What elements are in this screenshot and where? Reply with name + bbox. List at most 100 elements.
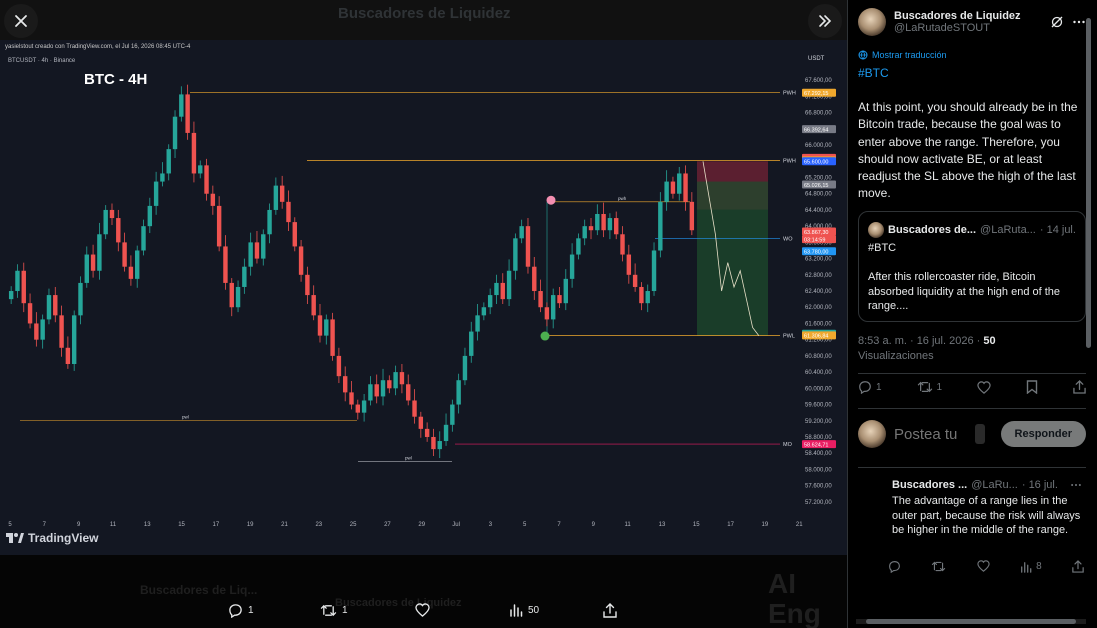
author-name[interactable]: Buscadores de Liquidez xyxy=(894,10,1021,22)
views-label: Visualizaciones xyxy=(858,350,934,362)
avatar[interactable] xyxy=(858,8,886,36)
candle-body xyxy=(78,282,83,316)
candle-body xyxy=(632,274,638,287)
retweet-count: 1 xyxy=(936,381,943,393)
candle-body xyxy=(569,254,575,279)
tradingview-image: yasielstout creado con TradingView.com, … xyxy=(0,40,847,555)
scroll-thumb[interactable] xyxy=(1086,18,1091,348)
candle-body xyxy=(399,372,405,385)
reply-submit-button[interactable]: Responder xyxy=(1000,421,1086,447)
reply-views-count: 8 xyxy=(1036,561,1042,572)
retweet-icon[interactable] xyxy=(931,560,946,573)
candle-body xyxy=(242,266,247,287)
candle-body xyxy=(27,303,33,324)
more-icon[interactable] xyxy=(1072,15,1086,29)
reply-input[interactable] xyxy=(894,425,966,443)
candle-body xyxy=(513,238,518,271)
horizontal-scrollbar[interactable] xyxy=(856,619,1086,624)
x-tick-label: 7 xyxy=(557,522,561,527)
x-tick-label: 23 xyxy=(315,522,322,527)
candle-body xyxy=(626,254,632,275)
reply-icon[interactable] xyxy=(888,560,901,573)
reply-handle[interactable]: @LaRu... xyxy=(971,479,1018,491)
views-count: 50 xyxy=(983,335,996,347)
candle-body xyxy=(97,234,102,271)
candle-body xyxy=(532,266,537,292)
tweet-action-bar: 1 1 xyxy=(858,380,1086,394)
candle-body xyxy=(317,315,323,336)
price-tag-label: 63.867,30 xyxy=(804,230,828,236)
candle-body xyxy=(582,226,587,239)
candle-body xyxy=(588,226,594,231)
reply-more-icon[interactable] xyxy=(1070,480,1082,490)
candle-body xyxy=(670,181,676,194)
y-tick-label: 59.200,00 xyxy=(805,419,832,425)
candle-body xyxy=(135,250,140,279)
candle-body xyxy=(406,384,411,401)
author-handle[interactable]: @LaRutadeSTOUT xyxy=(894,22,1021,34)
candle-body xyxy=(324,319,329,336)
show-translation-link[interactable]: Mostrar traducción xyxy=(858,50,947,60)
candle-body xyxy=(198,165,203,174)
candle-body xyxy=(494,282,499,296)
viewer-views-count: 50 xyxy=(528,604,540,616)
y-tick-label: 58.800,00 xyxy=(805,435,832,441)
x-tick-label: 5 xyxy=(523,522,527,527)
x-tick-label: 27 xyxy=(384,522,391,527)
inner-level-label: pwh xyxy=(618,196,627,201)
hashtag-link[interactable]: #BTC xyxy=(858,66,889,80)
candle-body xyxy=(216,205,222,247)
horizontal-scroll-thumb[interactable] xyxy=(866,619,1076,624)
viewer-retweet-button[interactable]: 1 xyxy=(320,603,348,618)
tradingview-brand: TradingView xyxy=(28,531,99,545)
candle-body xyxy=(481,307,487,316)
quoted-handle: @LaRuta... xyxy=(980,224,1036,236)
candle-body xyxy=(8,291,14,300)
reply-button[interactable]: 1 xyxy=(858,380,882,394)
candle-body xyxy=(349,392,354,405)
viewer-views[interactable]: 50 xyxy=(509,603,539,617)
reply-icon xyxy=(229,604,242,618)
candle-body xyxy=(229,282,234,308)
tradingview-icon xyxy=(6,533,24,543)
reply-author[interactable]: Buscadores ... xyxy=(892,479,967,491)
quoted-tweet[interactable]: Buscadores de... @LaRuta... · 14 jul. #B… xyxy=(858,211,1086,322)
close-button[interactable] xyxy=(4,4,38,38)
candle-body xyxy=(374,384,379,397)
retweet-button[interactable]: 1 xyxy=(917,380,943,394)
reply-date[interactable]: · 16 jul. xyxy=(1022,479,1058,491)
heart-icon[interactable] xyxy=(977,560,990,572)
scrollbar[interactable] xyxy=(1085,6,1093,622)
reply-views[interactable]: 8 xyxy=(1020,560,1042,573)
candle-body xyxy=(538,291,543,308)
candle-body xyxy=(506,270,512,300)
collapse-panel-button[interactable] xyxy=(808,4,842,38)
x-tick-label: 19 xyxy=(762,522,769,527)
reply-action-bar: 8 xyxy=(888,560,1084,573)
viewer-reply-button[interactable]: 1 xyxy=(228,603,254,618)
candle-body xyxy=(620,234,625,255)
x-tick-label: 25 xyxy=(350,522,357,527)
x-tick-label: 7 xyxy=(43,522,47,527)
reply-icon xyxy=(859,381,871,394)
candlestick-chart: BTCUSDT · 4h · Binance BTC - 4H 67.600,00 6… xyxy=(8,56,836,527)
divider xyxy=(858,408,1086,409)
candle-body xyxy=(179,94,184,117)
grok-icon[interactable] xyxy=(1050,15,1064,29)
range-high-dot xyxy=(546,195,556,205)
quoted-hashtag: #BTC xyxy=(868,242,897,254)
quoted-date: · 14 jul. xyxy=(1039,224,1076,236)
candle-body xyxy=(469,331,474,356)
level-label: PWH xyxy=(783,91,796,97)
candle-body xyxy=(141,226,146,251)
x-tick-label: 21 xyxy=(281,522,288,527)
y-tick-label: 61.600,00 xyxy=(805,321,832,327)
candle-body xyxy=(424,428,430,437)
viewer-share-button[interactable] xyxy=(603,603,617,618)
viewer-like-button[interactable] xyxy=(415,603,430,617)
like-button[interactable] xyxy=(977,380,991,394)
candle-body xyxy=(248,242,253,267)
bookmark-button[interactable] xyxy=(1026,380,1038,394)
tweet-timestamp[interactable]: 8:53 a. m. · 16 jul. 2026 · xyxy=(858,335,980,347)
share-icon[interactable] xyxy=(1072,560,1084,573)
